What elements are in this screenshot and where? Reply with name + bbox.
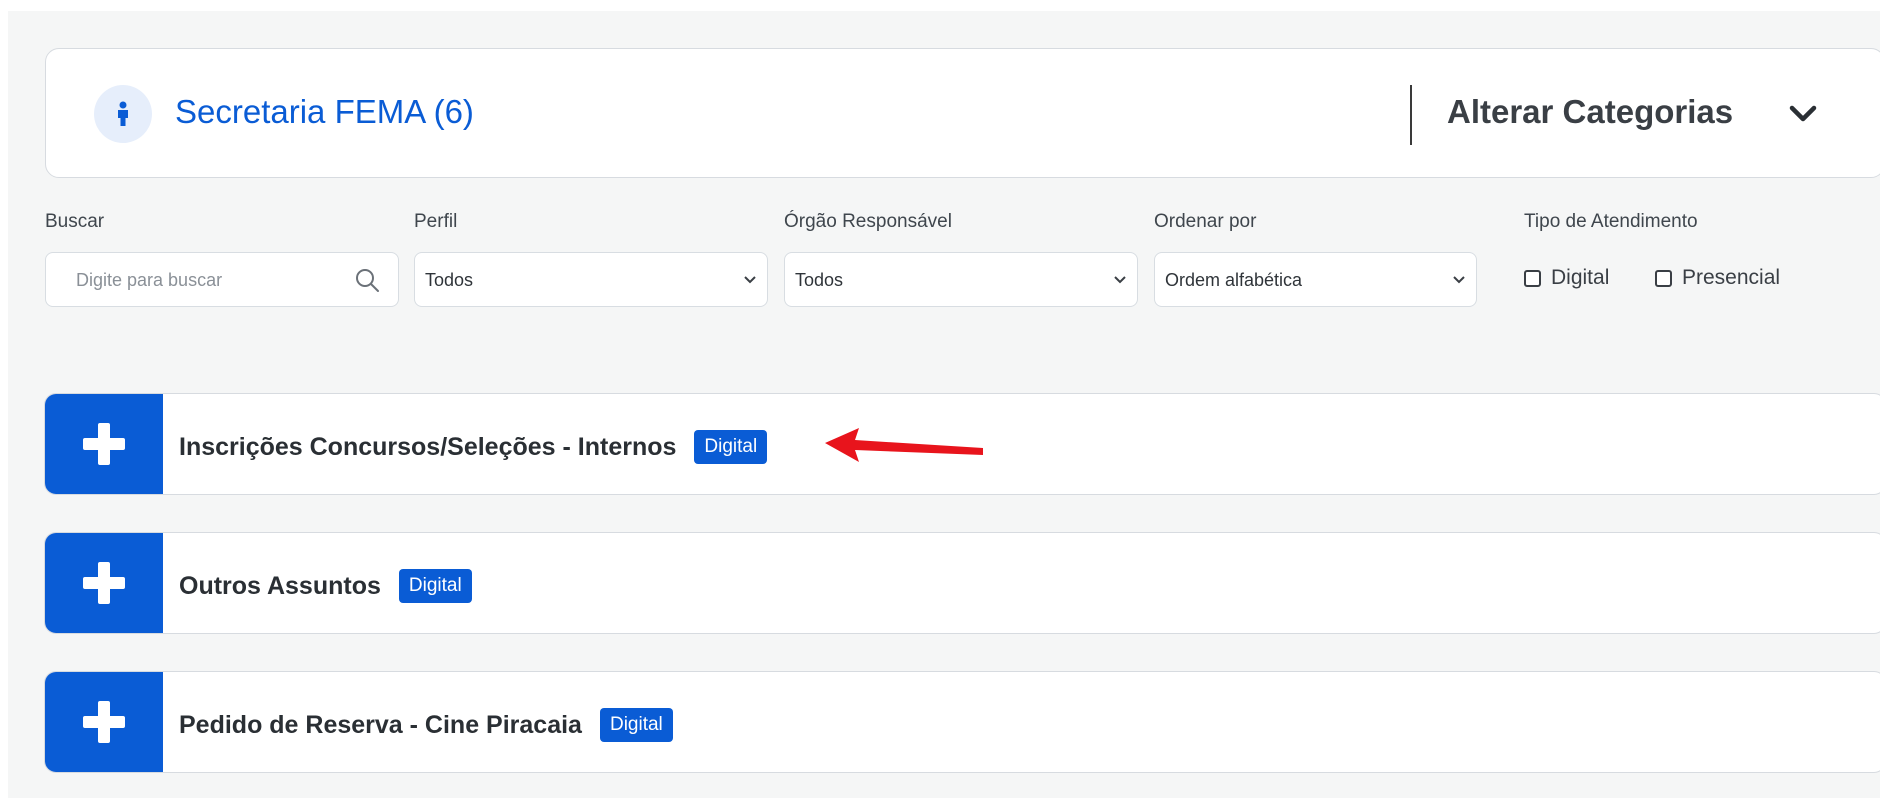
search-placeholder: Digite para buscar [76,270,223,290]
change-categories-button[interactable]: Alterar Categorias [1447,93,1733,131]
header-divider [1410,85,1412,145]
agency-label: Órgão Responsável [784,211,952,232]
service-type-badge: Digital [599,708,673,742]
profile-label: Perfil [414,211,458,232]
checkbox-square[interactable] [1524,269,1541,287]
expand-plus-icon[interactable] [45,533,163,633]
order-select[interactable]: Ordem alfabética [1154,252,1477,307]
checkbox-square[interactable] [1655,269,1672,287]
agency-select[interactable]: Todos [784,252,1138,307]
service-row[interactable]: Pedido de Reserva - Cine Piracaia Digita… [44,671,1880,773]
search-icon[interactable] [354,267,380,293]
presencial-checkbox[interactable]: Presencial [1655,266,1780,290]
agency-value: Todos [795,270,844,290]
category-title: Secretaria FEMA (6) [175,93,474,130]
service-row[interactable]: Outros Assuntos Digital [44,532,1880,634]
chevron-down-icon [1453,276,1465,284]
service-type-badge: Digital [398,569,472,603]
service-type-label: Tipo de Atendimento [1524,211,1698,232]
category-header: Secretaria FEMA (6) Alterar Categorias [45,48,1880,178]
presencial-checkbox-label: Presencial [1682,266,1781,289]
service-title: Pedido de Reserva - Cine Piracaia [179,710,582,739]
service-title: Outros Assuntos [179,571,381,600]
service-name: Inscrições Concursos/Seleções - Internos… [179,430,768,464]
person-icon [94,85,152,143]
order-label: Ordenar por [1154,211,1257,232]
order-value: Ordem alfabética [1165,270,1303,290]
search-input[interactable]: Digite para buscar [45,252,399,307]
digital-checkbox[interactable]: Digital [1524,266,1609,290]
profile-select[interactable]: Todos [414,252,768,307]
service-name: Pedido de Reserva - Cine Piracaia Digita… [179,708,673,742]
profile-value: Todos [425,270,474,290]
chevron-down-icon [744,276,756,284]
expand-plus-icon[interactable] [45,672,163,772]
expand-plus-icon[interactable] [45,394,163,494]
annotation-arrow-icon [825,428,983,462]
chevron-down-icon[interactable] [1788,102,1818,126]
digital-checkbox-label: Digital [1551,266,1610,289]
chevron-down-icon [1114,276,1126,284]
search-label: Buscar [45,211,105,232]
service-name: Outros Assuntos Digital [179,569,472,603]
service-title: Inscrições Concursos/Seleções - Internos [179,432,677,461]
service-type-badge: Digital [694,430,768,464]
